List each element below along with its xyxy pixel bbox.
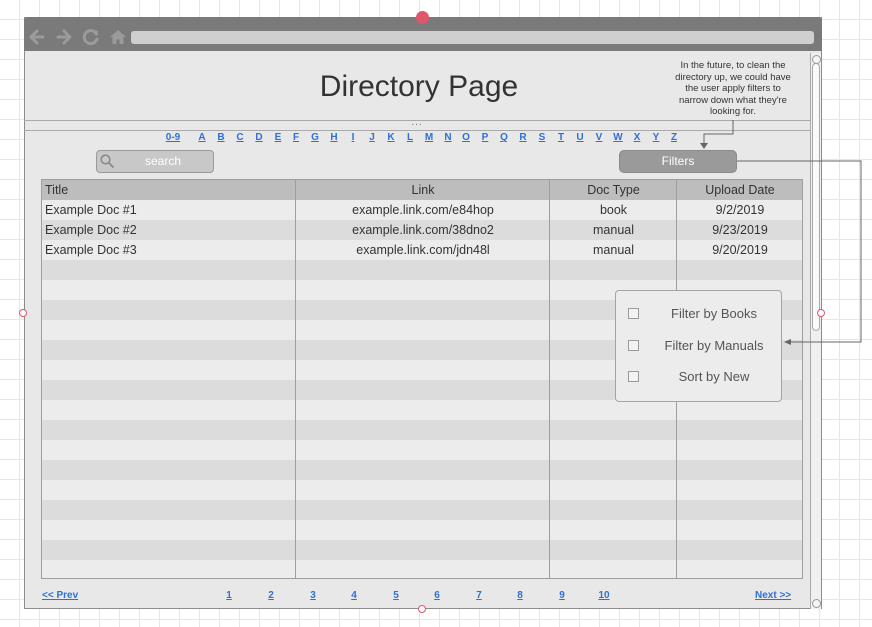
column-divider	[549, 180, 550, 578]
table-row[interactable]: Example Doc #3 example.link.com/jdn48l m…	[42, 240, 802, 260]
cell-doc-type: manual	[593, 223, 634, 237]
cell-link[interactable]: example.link.com/38dno2	[296, 220, 550, 240]
back-arrow-icon[interactable]	[27, 27, 47, 47]
alpha-link[interactable]: H	[330, 132, 337, 143]
alpha-link[interactable]: Z	[671, 132, 677, 143]
alpha-link[interactable]: F	[293, 132, 299, 143]
page-link[interactable]: 8	[517, 590, 523, 601]
alpha-link[interactable]: I	[352, 132, 355, 143]
table-row-empty	[42, 440, 802, 460]
annotation-note: In the future, to clean the directory up…	[675, 60, 791, 118]
table-row-empty	[42, 500, 802, 520]
page-link[interactable]: 4	[351, 590, 357, 601]
cell-upload-date: 9/20/2019	[712, 243, 768, 257]
alpha-link[interactable]: K	[387, 132, 394, 143]
alpha-link[interactable]: S	[539, 132, 546, 143]
cell-link[interactable]: example.link.com/e84hop	[296, 200, 550, 220]
column-header-link[interactable]: Link	[296, 180, 550, 200]
alpha-link[interactable]: T	[558, 132, 564, 143]
next-page-link[interactable]: Next >>	[755, 590, 791, 601]
alpha-link[interactable]: Q	[500, 132, 508, 143]
reload-icon[interactable]	[81, 27, 101, 47]
cell-doc-type: book	[599, 203, 628, 217]
alpha-link[interactable]: E	[275, 132, 282, 143]
page-link[interactable]: 6	[434, 590, 440, 601]
table-row-empty	[42, 540, 802, 560]
header-divider	[24, 130, 810, 131]
table-row-empty	[42, 520, 802, 540]
cell-link[interactable]: example.link.com/jdn48l	[296, 240, 550, 260]
filter-option-label: Sort by New	[678, 369, 750, 384]
alpha-link[interactable]: 0-9	[166, 132, 180, 143]
cell-title: Example Doc #1	[45, 203, 137, 217]
cell-upload-date: 9/2/2019	[715, 203, 765, 217]
page-link[interactable]: 2	[268, 590, 274, 601]
table-row-empty	[42, 480, 802, 500]
cell-doc-type: manual	[593, 243, 634, 257]
column-header-doc-type[interactable]: Doc Type	[550, 180, 677, 200]
search-icon	[100, 154, 114, 168]
table-row-empty	[42, 260, 802, 280]
prev-page-link[interactable]: << Prev	[42, 590, 78, 601]
alpha-link[interactable]: N	[444, 132, 451, 143]
table-row-empty	[42, 400, 802, 420]
cell-upload-date: 9/23/2019	[712, 223, 768, 237]
cell-title: Example Doc #2	[45, 223, 137, 237]
selection-handle-bottom[interactable]	[418, 605, 426, 613]
alpha-link[interactable]: O	[462, 132, 470, 143]
alpha-link[interactable]: U	[576, 132, 583, 143]
alpha-link[interactable]: G	[311, 132, 319, 143]
column-header-title[interactable]: Title	[45, 180, 295, 200]
page-link[interactable]: 1	[226, 590, 232, 601]
page-link[interactable]: 7	[476, 590, 482, 601]
page-link[interactable]: 9	[559, 590, 565, 601]
selection-handle-left[interactable]	[19, 309, 27, 317]
alpha-link[interactable]: P	[482, 132, 489, 143]
column-divider	[295, 180, 296, 578]
alpha-link[interactable]: W	[613, 132, 622, 143]
selection-handle-right[interactable]	[817, 309, 825, 317]
filter-dropdown: Filter by Books Filter by Manuals Sort b…	[615, 290, 782, 402]
checkbox[interactable]	[628, 371, 639, 382]
table-header-row: Title Link Doc Type Upload Date	[42, 180, 802, 200]
collapse-handle[interactable]: ...	[405, 117, 429, 128]
alpha-link[interactable]: M	[425, 132, 433, 143]
page-link[interactable]: 5	[393, 590, 399, 601]
table-row[interactable]: Example Doc #1 example.link.com/e84hop b…	[42, 200, 802, 220]
table-row[interactable]: Example Doc #2 example.link.com/38dno2 m…	[42, 220, 802, 240]
alpha-link[interactable]: J	[369, 132, 375, 143]
scroll-down-icon[interactable]	[812, 599, 821, 608]
alphabet-nav: 0-9 A B C D E F G H I J K L M N O P Q R …	[0, 132, 872, 146]
checkbox[interactable]	[628, 340, 639, 351]
cell-title: Example Doc #3	[45, 243, 137, 257]
alpha-link[interactable]: L	[407, 132, 413, 143]
filter-option-manuals[interactable]: Filter by Manuals	[628, 336, 778, 356]
filter-option-label: Filter by Books	[671, 306, 757, 321]
filter-option-label: Filter by Manuals	[664, 338, 764, 353]
alpha-link[interactable]: V	[596, 132, 603, 143]
alpha-link[interactable]: Y	[653, 132, 660, 143]
page-link[interactable]: 3	[310, 590, 316, 601]
alpha-link[interactable]: D	[255, 132, 262, 143]
checkbox[interactable]	[628, 308, 639, 319]
search-placeholder: search	[144, 154, 182, 168]
filters-button[interactable]: Filters	[619, 150, 737, 173]
table-row-empty	[42, 420, 802, 440]
table-row-empty	[42, 460, 802, 480]
selection-handle-top[interactable]	[416, 11, 429, 24]
alpha-link[interactable]: R	[519, 132, 526, 143]
alpha-link[interactable]: X	[634, 132, 641, 143]
home-icon[interactable]	[108, 27, 128, 47]
scroll-up-icon[interactable]	[812, 55, 821, 64]
column-header-upload-date[interactable]: Upload Date	[677, 180, 802, 200]
sort-option-new[interactable]: Sort by New	[628, 367, 778, 387]
alpha-link[interactable]: B	[217, 132, 224, 143]
page-link[interactable]: 10	[598, 590, 609, 601]
alpha-link[interactable]: C	[236, 132, 243, 143]
forward-arrow-icon[interactable]	[54, 27, 74, 47]
address-bar[interactable]	[131, 31, 814, 44]
table-row-empty	[42, 560, 802, 578]
filter-option-books[interactable]: Filter by Books	[628, 304, 778, 324]
alpha-link[interactable]: A	[198, 132, 205, 143]
